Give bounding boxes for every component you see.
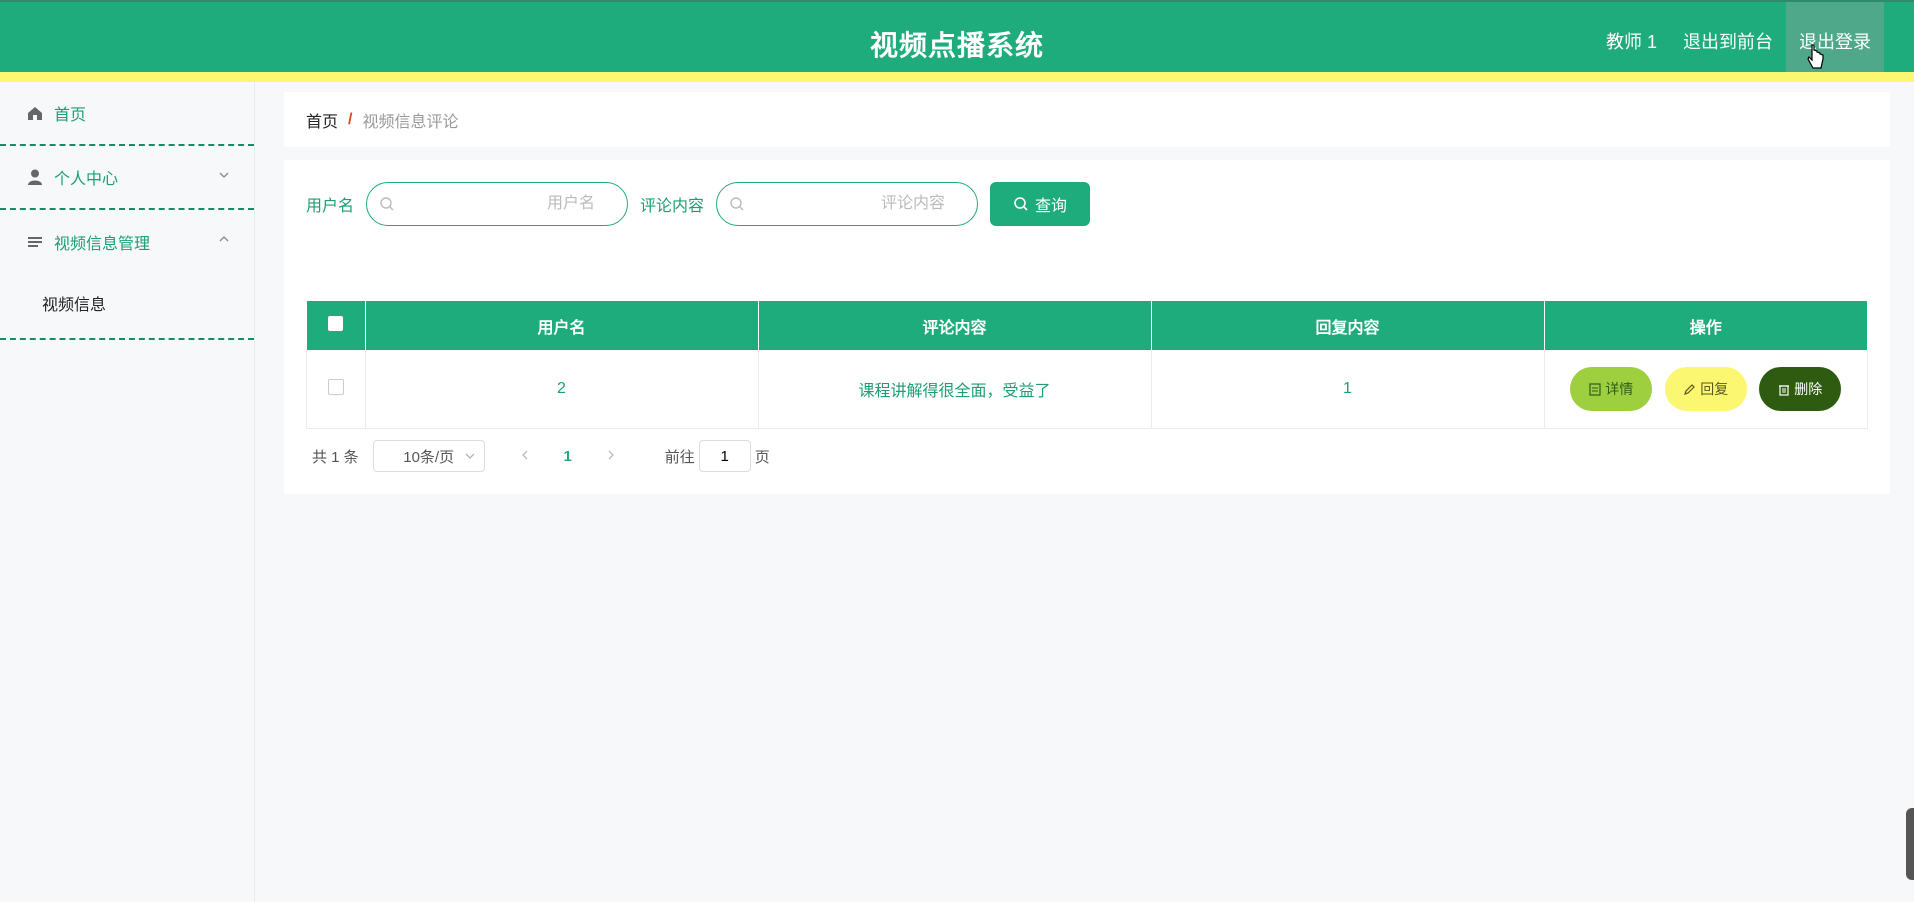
- cell-reply: 1: [1151, 350, 1545, 429]
- edit-icon: [1684, 383, 1696, 395]
- chevron-up-icon: [218, 232, 230, 250]
- top-header: 视频点播系统 教师 1 退出到前台 退出登录: [0, 0, 1914, 82]
- page-number-current[interactable]: 1: [543, 448, 593, 465]
- username-search-field: [366, 182, 629, 226]
- header-accent-strip: [0, 72, 1914, 82]
- detail-button[interactable]: 详情: [1570, 367, 1653, 411]
- comment-search-field: [716, 182, 979, 226]
- username-input[interactable]: [367, 183, 628, 225]
- sidebar-item-video-management[interactable]: 视频信息管理: [0, 210, 254, 274]
- sidebar-item-label: 个人中心: [54, 171, 119, 188]
- sidebar-item-label: 首页: [54, 107, 87, 124]
- trash-icon: [1779, 384, 1790, 396]
- list-icon: [26, 233, 44, 251]
- delete-button-label: 删除: [1794, 381, 1823, 397]
- cell-comment: 课程讲解得很全面，受益了: [758, 350, 1152, 429]
- chevron-down-icon: [218, 168, 230, 186]
- current-user[interactable]: 教师 1: [1593, 2, 1670, 82]
- cell-actions: 详情 回复 删除: [1544, 350, 1868, 429]
- comment-label: 评论内容: [640, 198, 705, 215]
- side-scroll-handle[interactable]: [1906, 808, 1914, 880]
- total-count: 共 1 条: [312, 448, 359, 466]
- back-to-front-link[interactable]: 退出到前台: [1670, 2, 1786, 82]
- comment-input[interactable]: [717, 183, 978, 225]
- sidebar-subitem-video-info[interactable]: 视频信息: [0, 274, 254, 338]
- reply-button-label: 回复: [1700, 381, 1729, 397]
- row-select-cell: [306, 350, 366, 429]
- chevron-right-icon: [608, 450, 614, 459]
- pagination: 共 1 条 10条/页 1 前往 页: [312, 440, 770, 472]
- prev-page-button[interactable]: [507, 448, 543, 465]
- header-nav: 教师 1 退出到前台 退出登录: [1593, 2, 1884, 82]
- search-icon: [379, 196, 395, 217]
- detail-button-label: 详情: [1605, 381, 1634, 397]
- query-button[interactable]: 查询: [990, 182, 1091, 226]
- username-label: 用户名: [306, 198, 355, 215]
- select-all-cell: [306, 301, 366, 350]
- column-header-reply[interactable]: 回复内容: [1151, 301, 1545, 350]
- breadcrumb-home[interactable]: 首页: [306, 108, 338, 132]
- search-icon: [729, 196, 745, 217]
- breadcrumb: 首页 / 视频信息评论: [284, 92, 1890, 147]
- page-size-value: 10条/页: [403, 448, 455, 466]
- logout-link[interactable]: 退出登录: [1786, 2, 1884, 82]
- next-page-button[interactable]: [593, 448, 629, 465]
- sidebar: 首页 个人中心 视频信息管理 视频信息: [0, 82, 255, 902]
- breadcrumb-current: 视频信息评论: [362, 113, 459, 131]
- column-header-actions: 操作: [1544, 301, 1868, 350]
- table-header-row: 用户名 评论内容 回复内容 操作: [306, 301, 1868, 350]
- goto-label: 前往: [664, 448, 695, 466]
- sidebar-item-label: 视频信息管理: [54, 236, 151, 253]
- search-icon: [1014, 197, 1028, 211]
- video-management-group: 视频信息管理 视频信息: [0, 210, 254, 340]
- select-all-checkbox[interactable]: [328, 315, 343, 331]
- row-checkbox[interactable]: [327, 378, 344, 395]
- home-icon: [26, 104, 44, 122]
- page-suffix: 页: [754, 448, 770, 466]
- cell-username: 2: [365, 350, 759, 429]
- content-panel: 用户名 评论内容 查询 用户名 评论内容 回复内容 操作: [284, 160, 1890, 494]
- goto-page-input[interactable]: [698, 440, 751, 472]
- user-icon: [26, 168, 44, 186]
- document-icon: [1589, 382, 1601, 396]
- column-header-username[interactable]: 用户名: [365, 301, 759, 350]
- column-header-comment[interactable]: 评论内容: [758, 301, 1152, 350]
- breadcrumb-separator: /: [348, 110, 353, 128]
- reply-button[interactable]: 回复: [1664, 367, 1747, 411]
- table-row: 2 课程讲解得很全面，受益了 1 详情 回复 删除: [306, 350, 1868, 429]
- chevron-left-icon: [521, 450, 528, 459]
- comments-table: 用户名 评论内容 回复内容 操作 2 课程讲解得很全面，受益了 1 详情 回复 …: [306, 301, 1868, 429]
- page-size-select[interactable]: 10条/页: [372, 440, 485, 472]
- query-button-label: 查询: [1035, 198, 1068, 215]
- chevron-down-icon: [464, 449, 476, 466]
- delete-button[interactable]: 删除: [1759, 367, 1842, 411]
- sidebar-item-home[interactable]: 首页: [0, 82, 254, 146]
- mouse-pointer-icon: [1807, 44, 1825, 75]
- search-bar: 用户名 评论内容 查询: [306, 182, 1091, 226]
- sidebar-item-personal-center[interactable]: 个人中心: [0, 146, 254, 210]
